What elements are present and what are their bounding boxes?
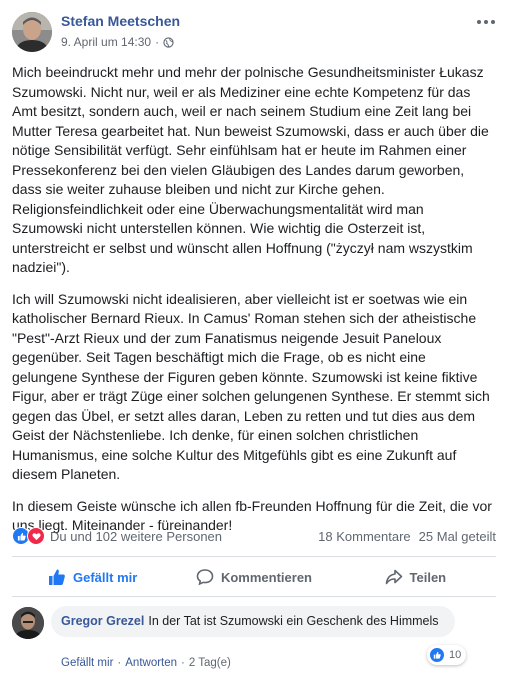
post-meta: 9. April um 14:30 ·	[61, 35, 174, 49]
commenter-name[interactable]: Gregor Grezel	[61, 614, 144, 628]
speech-bubble-icon	[196, 569, 214, 586]
comment-text: In der Tat ist Szumowski ein Geschenk de…	[148, 614, 439, 628]
like-button-label: Gefällt mir	[73, 569, 138, 585]
comment-button[interactable]: Kommentieren	[173, 561, 334, 593]
reactions-text[interactable]: Du und 102 weitere Personen	[50, 529, 222, 544]
post-paragraph: Ich will Szumowski nicht idealisieren, a…	[12, 290, 490, 483]
shares-count[interactable]: 25 Mal geteilt	[419, 529, 496, 544]
post-text: Mich beeindruckt mehr und mehr der polni…	[12, 63, 494, 548]
facebook-post: Stefan Meetschen 9. April um 14:30 · Mic…	[0, 0, 508, 683]
more-options-icon[interactable]	[476, 12, 496, 32]
like-button[interactable]: Gefällt mir	[12, 561, 173, 593]
reaction-icons[interactable]	[12, 527, 45, 545]
comment-like-link[interactable]: Gefällt mir	[61, 657, 113, 669]
share-button-label: Teilen	[409, 569, 447, 585]
reactions-bar: Du und 102 weitere Personen 18 Kommentar…	[12, 526, 496, 546]
comment-reply-link[interactable]: Antworten	[125, 657, 177, 669]
comment-bubble: Gregor Grezel In der Tat ist Szumowski ei…	[51, 606, 455, 637]
comment-reactions[interactable]: 10	[427, 645, 467, 665]
comment-dot: ·	[117, 657, 122, 669]
comment-age[interactable]: 2 Tag(e)	[189, 657, 231, 669]
thumbs-up-icon	[49, 569, 65, 585]
author-name[interactable]: Stefan Meetschen	[61, 13, 180, 29]
comments-count[interactable]: 18 Kommentare	[318, 529, 411, 544]
comment-dot: ·	[181, 657, 185, 669]
post-paragraph: Mich beeindruckt mehr und mehr der polni…	[12, 64, 489, 275]
comment-reaction-count: 10	[449, 649, 462, 661]
share-arrow-icon	[385, 569, 402, 585]
love-reaction-icon	[27, 527, 45, 545]
comment-actions: Gefällt mir · Antworten · 2 Tag(e)	[61, 657, 231, 669]
post-actions: Gefällt mir Kommentieren Teilen	[12, 561, 496, 593]
divider	[12, 596, 496, 597]
divider	[12, 556, 496, 557]
like-reaction-icon	[429, 647, 445, 663]
post-date[interactable]: 9. April um 14:30	[61, 35, 151, 49]
share-button[interactable]: Teilen	[335, 561, 496, 593]
commenter-avatar[interactable]	[12, 607, 44, 639]
globe-icon[interactable]	[163, 36, 174, 48]
meta-separator: ·	[155, 35, 160, 49]
author-avatar[interactable]	[12, 12, 52, 52]
comment-button-label: Kommentieren	[220, 569, 312, 585]
